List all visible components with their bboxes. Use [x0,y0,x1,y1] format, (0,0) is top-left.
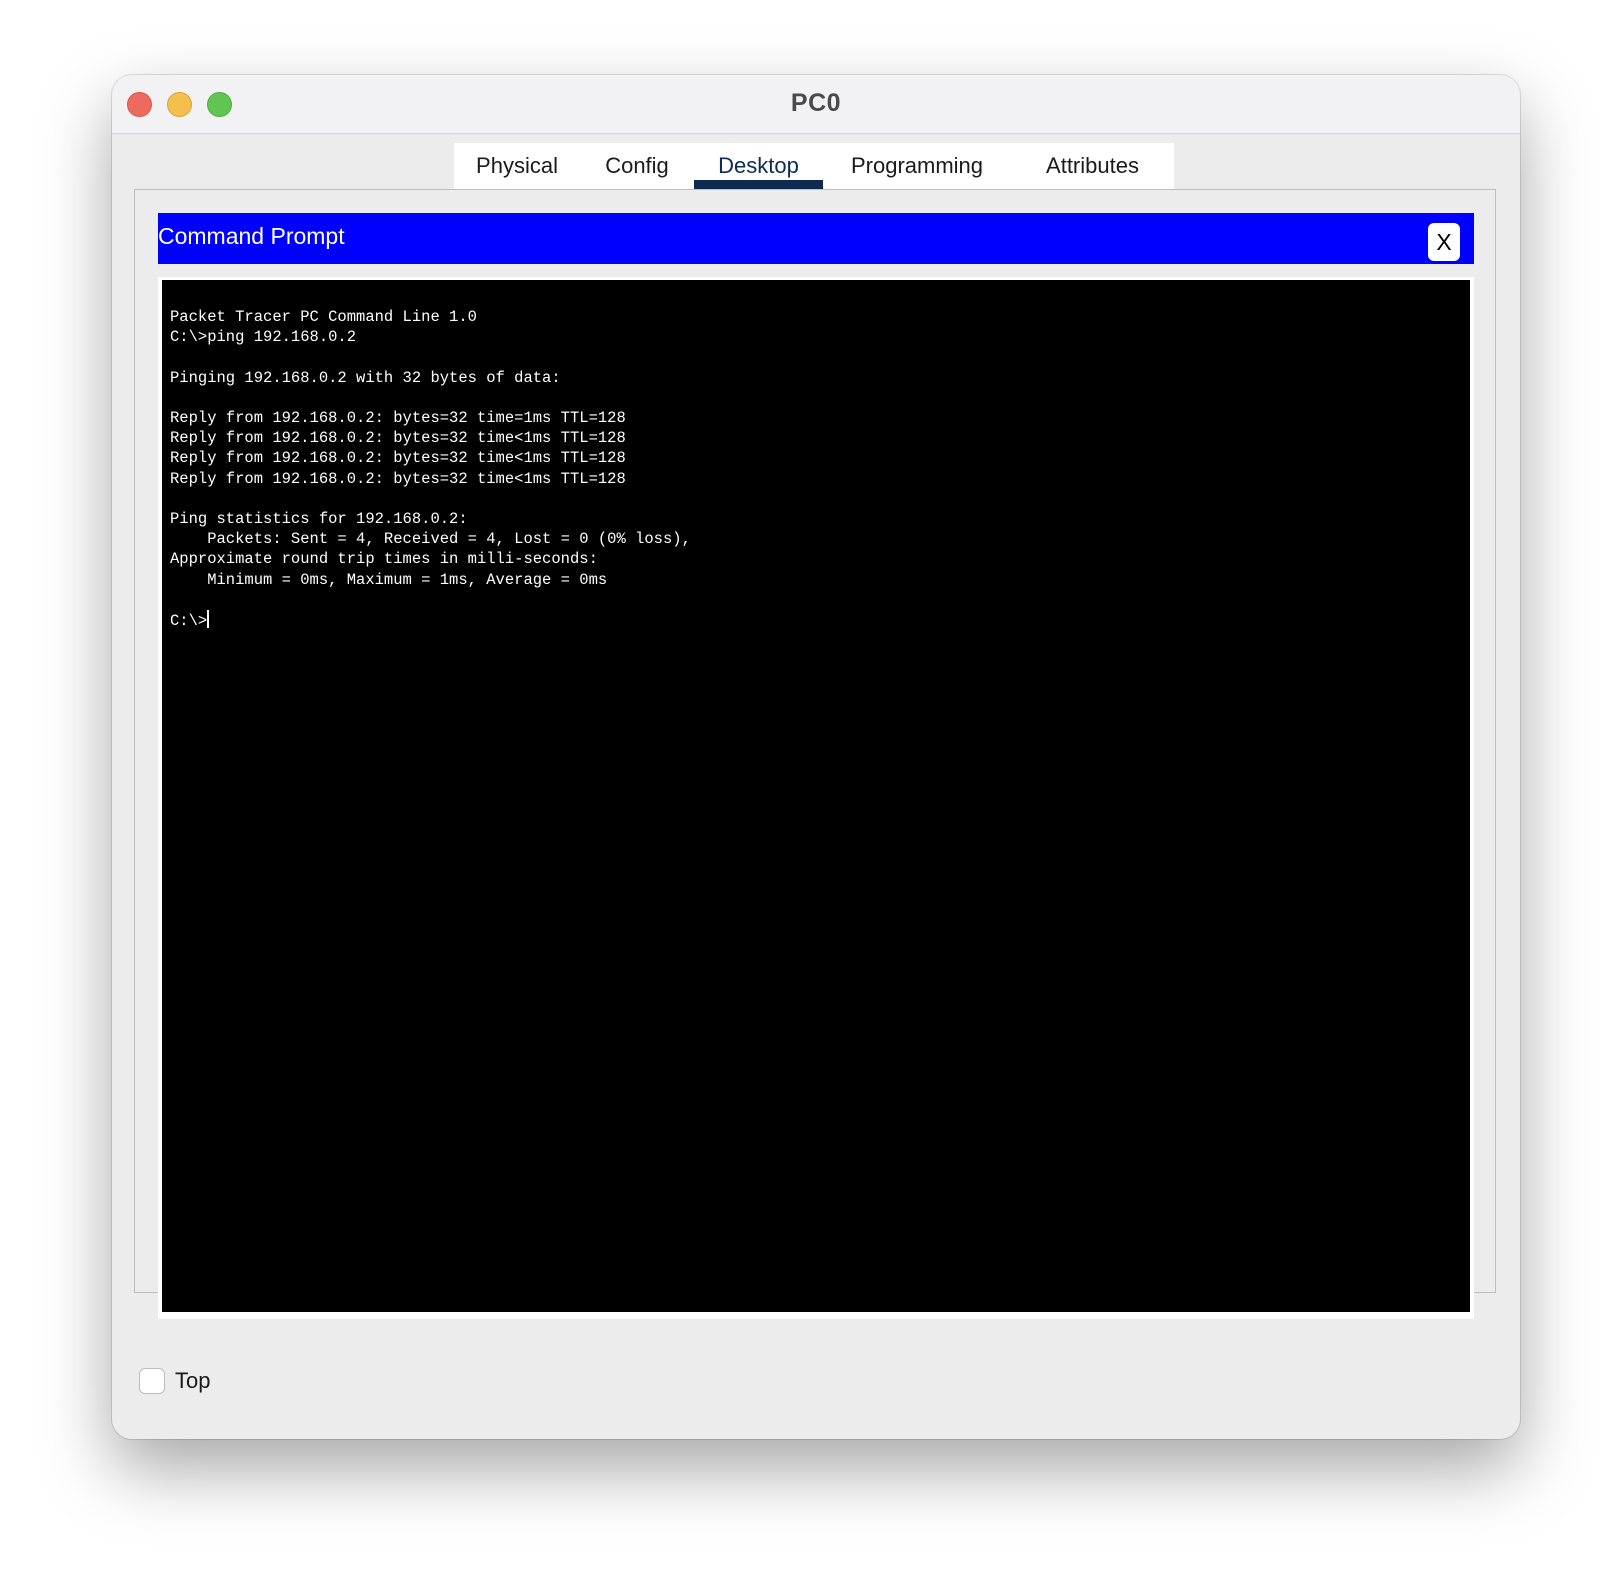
command-prompt-close-button[interactable]: X [1428,223,1460,261]
window-title: PC0 [790,89,842,117]
tab-desktop[interactable]: Desktop [694,143,823,189]
tab-attributes[interactable]: Attributes [1011,143,1174,189]
top-checkbox-label[interactable]: Top [175,1368,210,1394]
tab-bar: Physical Config Desktop Programming Attr… [454,143,1174,189]
terminal-frame: Packet Tracer PC Command Line 1.0 C:\>pi… [158,277,1474,1319]
command-prompt-title: Command Prompt [158,223,345,249]
desktop-panel: Command Prompt X Packet Tracer PC Comman… [134,189,1496,1319]
top-checkbox[interactable] [139,1368,165,1394]
terminal-console[interactable]: Packet Tracer PC Command Line 1.0 C:\>pi… [162,280,1470,1312]
terminal-output: Packet Tracer PC Command Line 1.0 C:\>pi… [170,307,691,631]
command-prompt-header: Command Prompt X [158,213,1474,264]
tab-programming[interactable]: Programming [823,143,1011,189]
text-cursor [207,610,210,629]
title-bar[interactable]: PC0 [112,75,1520,134]
pc0-window: PC0 Physical Config Desktop Programming … [112,75,1520,1439]
tab-physical[interactable]: Physical [454,143,580,189]
tab-config[interactable]: Config [580,143,694,189]
terminal-output-text: Packet Tracer PC Command Line 1.0 C:\>pi… [170,308,691,589]
terminal-prompt: C:\> [170,612,208,631]
